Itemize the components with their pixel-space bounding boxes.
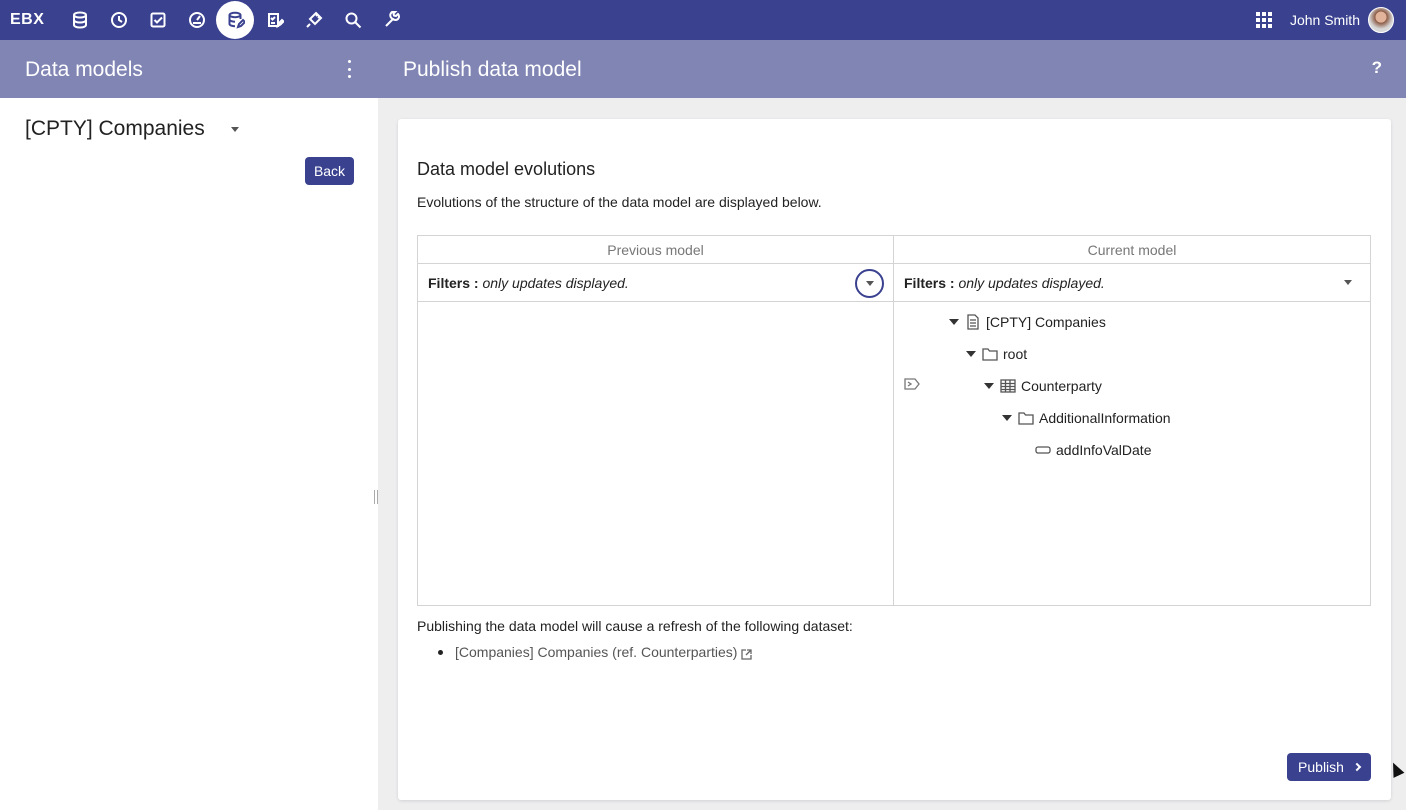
tree-node-additional-information[interactable]: AdditionalInformation — [1002, 408, 1171, 428]
tree-node-label: Counterparty — [1021, 378, 1102, 394]
help-icon[interactable]: ? — [1372, 58, 1382, 78]
admin-wrench-icon[interactable] — [372, 0, 411, 40]
publish-card: Data model evolutions Evolutions of the … — [398, 119, 1391, 800]
folder-icon — [1018, 410, 1034, 426]
filters-label: Filters : — [904, 275, 955, 291]
list-item: [Companies] Companies (ref. Counterparti… — [438, 644, 753, 660]
tree-node-root[interactable]: root — [966, 344, 1027, 364]
apps-grid-icon[interactable] — [1255, 12, 1272, 28]
more-options-icon[interactable] — [343, 60, 355, 78]
top-navigation-bar: EBX John Smith — [0, 0, 1406, 40]
expand-triangle-icon[interactable] — [984, 383, 994, 389]
previous-filter-toggle[interactable] — [855, 269, 884, 298]
search-icon[interactable] — [333, 0, 372, 40]
previous-model-column: Previous model Filters : only updates di… — [418, 236, 894, 605]
tree-node-model[interactable]: [CPTY] Companies — [949, 312, 1106, 332]
tree-node-label: root — [1003, 346, 1028, 362]
expand-triangle-icon[interactable] — [1002, 415, 1012, 421]
user-name[interactable]: John Smith — [1290, 12, 1360, 28]
filters-value: only updates displayed. — [958, 275, 1105, 291]
page-title: Publish data model — [403, 58, 582, 81]
current-filters: Filters : only updates displayed. — [894, 264, 1370, 302]
chevron-down-icon — [865, 281, 874, 286]
tree-node-label: AdditionalInformation — [1039, 410, 1171, 426]
tree-node-label: [CPTY] Companies — [986, 314, 1106, 330]
section-description: Evolutions of the structure of the data … — [417, 194, 822, 210]
dataset-link[interactable]: [Companies] Companies (ref. Counterparti… — [455, 644, 737, 660]
filters-value: only updates displayed. — [482, 275, 629, 291]
section-title: Data model evolutions — [417, 159, 596, 179]
refresh-notice: Publishing the data model will cause a r… — [417, 618, 853, 634]
table-icon — [1000, 378, 1016, 394]
chevron-right-icon — [1352, 762, 1362, 772]
tree-node-counterparty[interactable]: Counterparty — [984, 376, 1102, 396]
filters-label: Filters : — [428, 275, 479, 291]
sub-header: Data models Publish data model ? — [0, 40, 1406, 98]
sidebar-title: Data models — [25, 58, 143, 81]
workspace: Data model evolutions Evolutions of the … — [378, 98, 1406, 810]
workflow-icon[interactable] — [255, 0, 294, 40]
back-button[interactable]: Back — [305, 157, 354, 185]
chevron-down-icon — [230, 126, 239, 132]
avatar[interactable] — [1368, 7, 1394, 33]
external-link-icon[interactable] — [741, 647, 753, 660]
plugin-icon[interactable] — [294, 0, 333, 40]
expand-triangle-icon[interactable] — [949, 319, 959, 325]
dashboard-icon[interactable] — [177, 0, 216, 40]
update-tag-icon — [904, 377, 920, 390]
publish-button[interactable]: Publish — [1287, 753, 1371, 781]
current-model-column: Current model Filters : only updates dis… — [894, 236, 1370, 605]
tasks-icon[interactable] — [138, 0, 177, 40]
current-model-header: Current model — [894, 236, 1370, 264]
history-icon[interactable] — [99, 0, 138, 40]
tree-node-addinfovaldate[interactable]: addInfoValDate — [1035, 440, 1151, 460]
model-comparison: Previous model Filters : only updates di… — [417, 235, 1371, 606]
bullet — [438, 649, 443, 655]
document-icon — [965, 314, 981, 330]
data-model-icon[interactable] — [216, 0, 255, 40]
expand-triangle-icon[interactable] — [966, 351, 976, 357]
current-filter-toggle[interactable] — [1344, 280, 1352, 285]
previous-model-header: Previous model — [418, 236, 893, 264]
tree-node-label: addInfoValDate — [1056, 442, 1152, 458]
field-icon — [1035, 442, 1051, 458]
data-model-selector[interactable]: [CPTY] Companies — [25, 117, 239, 141]
folder-icon — [982, 346, 998, 362]
selected-model-label: [CPTY] Companies — [25, 117, 205, 140]
publish-label: Publish — [1298, 759, 1344, 775]
brand-logo[interactable]: EBX — [10, 11, 60, 29]
database-icon[interactable] — [60, 0, 99, 40]
left-panel: [CPTY] Companies Back — [0, 98, 378, 810]
previous-filters: Filters : only updates displayed. — [418, 264, 893, 302]
